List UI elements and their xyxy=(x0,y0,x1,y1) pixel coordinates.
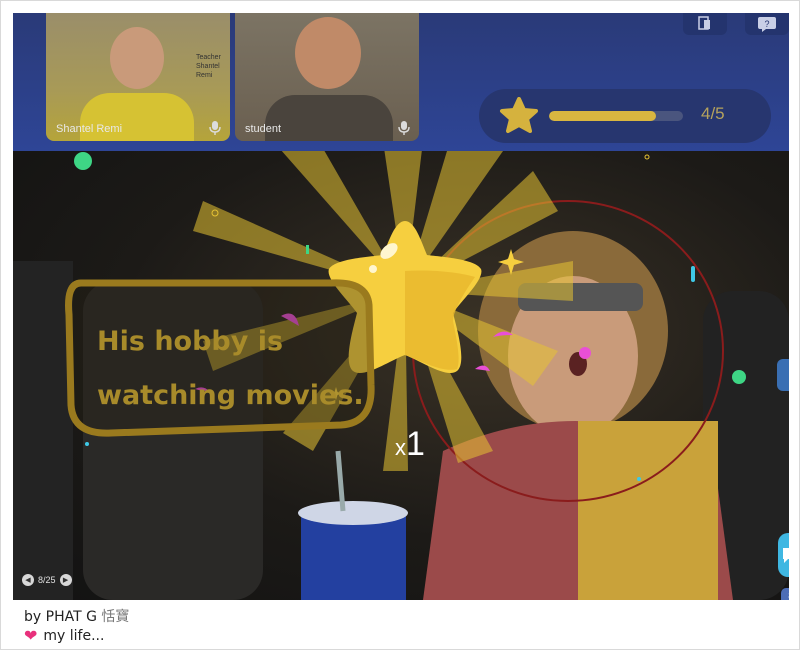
exit-door-icon xyxy=(698,16,710,30)
help-icon: ? xyxy=(758,17,776,32)
badge-title: Teacher xyxy=(196,54,221,61)
confetti xyxy=(85,442,89,446)
reward-multiplier: x1 xyxy=(395,425,425,464)
confetti xyxy=(732,370,746,384)
classroom-stage: Teacher Shantel Remi Shantel Remi studen… xyxy=(13,13,789,600)
multiplier-sign: x xyxy=(395,435,406,460)
star-icon xyxy=(500,97,538,133)
progress-track xyxy=(549,111,683,121)
help-button[interactable]: ? xyxy=(745,13,789,35)
chat-bubble-icon xyxy=(783,548,789,563)
confetti xyxy=(74,152,92,170)
teacher-name-card: Teacher Shantel Remi xyxy=(196,53,230,80)
teacher-name-label: Shantel Remi xyxy=(56,123,123,135)
chevron-left-icon[interactable]: ◀ xyxy=(22,574,34,586)
lesson-sentence: His hobby is watching movies. xyxy=(97,315,387,423)
confetti xyxy=(644,154,650,160)
lesson-line-1: His hobby is xyxy=(97,326,284,357)
watermark-credit: by PHAT G 恬寶 xyxy=(24,606,129,626)
student-shirt xyxy=(265,95,393,141)
credit-cjk-name: 恬寶 xyxy=(101,609,130,625)
watermark-tagline: ❤ my life... xyxy=(24,626,104,645)
page-indicator: ◀ 8/25 ▶ xyxy=(22,574,72,586)
confetti xyxy=(475,365,490,371)
exit-button[interactable] xyxy=(683,13,727,35)
screenshot-frame: Teacher Shantel Remi Shantel Remi studen… xyxy=(0,0,800,650)
page-number: 8/25 xyxy=(38,575,56,585)
lesson-line-2: watching movies. xyxy=(97,380,364,411)
teacher-video-tile[interactable]: Teacher Shantel Remi Shantel Remi xyxy=(46,13,230,141)
confetti xyxy=(691,266,695,282)
confetti xyxy=(306,245,309,254)
chat-count-badge: 8 xyxy=(781,588,789,600)
student-avatar xyxy=(295,17,361,89)
star-progress: 4/5 xyxy=(479,89,771,143)
confetti xyxy=(579,347,591,359)
side-panel-tab[interactable] xyxy=(777,359,789,391)
progress-count: 4/5 xyxy=(701,104,725,123)
chevron-right-icon[interactable]: ▶ xyxy=(59,574,72,586)
student-name-label: student xyxy=(245,123,282,135)
badge-name: Shantel Remi xyxy=(196,63,220,79)
tagline-text: my life... xyxy=(43,627,105,644)
mic-icon[interactable] xyxy=(397,120,411,136)
teacher-avatar xyxy=(110,27,164,89)
credit-prefix: by PHAT G xyxy=(24,609,102,625)
video-conference-bar: Teacher Shantel Remi Shantel Remi studen… xyxy=(13,13,789,151)
student-video-tile[interactable]: student xyxy=(235,13,419,141)
svg-text:?: ? xyxy=(764,19,769,29)
mic-icon[interactable] xyxy=(208,120,222,136)
progress-fill xyxy=(549,111,657,121)
heart-icon: ❤ xyxy=(24,626,38,645)
confetti xyxy=(637,477,641,481)
chat-button[interactable] xyxy=(778,533,789,577)
multiplier-count: 1 xyxy=(406,425,425,463)
